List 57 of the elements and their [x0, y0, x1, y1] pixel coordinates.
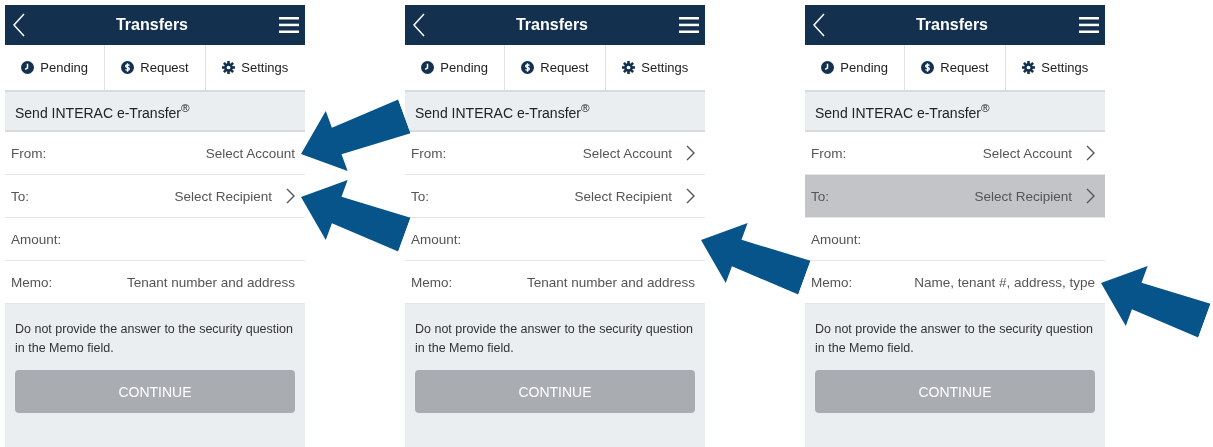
form-row[interactable]: Amount: [805, 218, 1105, 261]
field-label: To: [11, 188, 29, 204]
field-label: To: [411, 188, 429, 204]
back-icon[interactable] [13, 13, 25, 37]
field-value: Select Account [582, 145, 672, 161]
field-label: From: [411, 145, 447, 161]
field-label: Amount: [11, 231, 62, 247]
field-value: Tenant number and address [526, 274, 695, 290]
field-label: Amount: [811, 231, 862, 247]
field-label: Memo: [811, 274, 853, 290]
security-note: Do not provide the answer to the security question in the Memo field. [415, 321, 694, 357]
security-note: Do not provide the answer to the security question in the Memo field. [15, 321, 294, 357]
settings-icon [1022, 61, 1036, 74]
dollar-icon [921, 61, 935, 74]
form-row[interactable]: From: Select Account [405, 132, 705, 175]
form-row[interactable]: From: Select Account [5, 132, 305, 175]
field-value: Name, tenant #, address, type [914, 274, 1095, 290]
section-title: Send INTERAC e-Transfer$^{®}$ [415, 101, 590, 121]
section-title: Send INTERAC e-Transfer$^{®}$ [815, 101, 990, 121]
clock-icon [421, 61, 435, 74]
dollar-icon [121, 61, 135, 74]
field-label: Memo: [11, 274, 53, 290]
form-row[interactable]: Memo: Tenant number and address [5, 261, 305, 304]
form-row[interactable]: To: Select Recipient [405, 175, 705, 218]
field-value: Tenant number and address [126, 274, 295, 290]
settings-icon [222, 61, 236, 74]
form-row[interactable]: Amount: [5, 218, 305, 261]
clock-icon [21, 61, 35, 74]
screen-title: Transfers [114, 16, 189, 34]
form-row[interactable]: Memo: Name, tenant #, address, type [805, 261, 1105, 304]
security-note: Do not provide the answer to the security question in the Memo field. [815, 321, 1094, 357]
field-label: Amount: [411, 231, 462, 247]
dollar-icon [521, 61, 535, 74]
field-value: Select Recipient [574, 188, 672, 204]
field-label: Memo: [411, 274, 453, 290]
field-value: Select Account [205, 145, 295, 161]
screen-title: Transfers [514, 16, 589, 34]
screen-title: Transfers [914, 16, 989, 34]
field-label: From: [11, 145, 47, 161]
form-row[interactable]: From: Select Account [805, 132, 1105, 175]
form-row[interactable]: To: Select Recipient [805, 175, 1105, 218]
menu-icon[interactable] [1079, 17, 1099, 33]
back-icon[interactable] [813, 13, 825, 37]
menu-icon[interactable] [279, 17, 299, 33]
form-row[interactable]: Amount: [405, 218, 705, 261]
field-label: To: [811, 188, 829, 204]
field-value: Select Account [982, 145, 1072, 161]
field-label: From: [811, 145, 847, 161]
section-title: Send INTERAC e-Transfer$^{®}$ [15, 101, 190, 121]
field-value: Select Recipient [974, 188, 1072, 204]
settings-icon [622, 61, 636, 74]
form-row[interactable]: To: Select Recipient [5, 175, 305, 218]
form-row[interactable]: Memo: Tenant number and address [405, 261, 705, 304]
field-value: Select Recipient [174, 188, 272, 204]
back-icon[interactable] [413, 13, 425, 37]
clock-icon [821, 61, 835, 74]
menu-icon[interactable] [679, 17, 699, 33]
